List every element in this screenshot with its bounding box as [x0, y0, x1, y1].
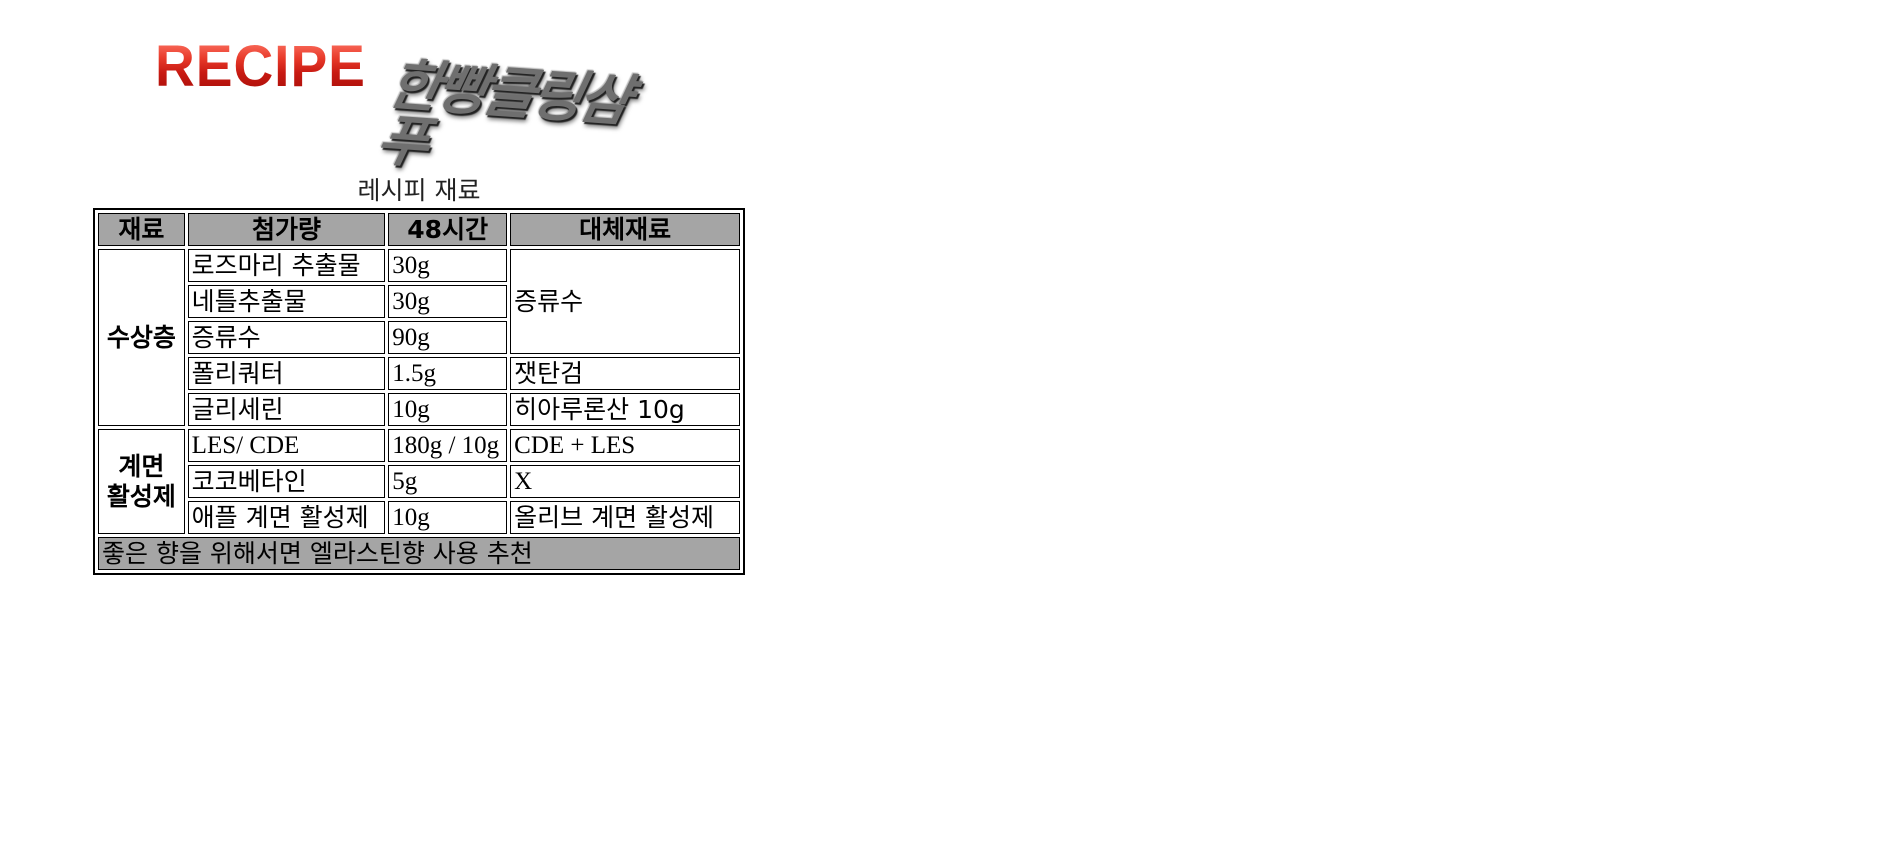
header-logos: RECIPE 한빵클링샴푸	[155, 30, 675, 176]
substitute-cell: 올리브 계면 활성제	[510, 501, 740, 534]
substitute-cell: X	[510, 465, 740, 498]
product-name-logo: 한빵클링샴푸	[370, 53, 634, 176]
header-amount: 첨가량	[187, 213, 386, 246]
group-water-phase: 수상층	[98, 249, 185, 426]
ingredient-cell: 코코베타인	[187, 465, 386, 498]
table-caption: 레시피 재료	[357, 176, 481, 205]
amount-cell: 1.5g	[388, 357, 508, 390]
ingredient-cell: 로즈마리 추출물	[187, 249, 386, 282]
amount-cell: 30g	[388, 285, 508, 318]
ingredient-cell: 네틀추출물	[187, 285, 386, 318]
header-ingredient-group: 재료	[98, 213, 185, 246]
substitute-cell: CDE + LES	[510, 429, 740, 462]
substitute-cell: 잿탄검	[510, 357, 740, 390]
ingredient-cell: LES/ CDE	[187, 429, 386, 462]
ingredient-cell: 글리세린	[187, 393, 386, 426]
amount-cell: 5g	[388, 465, 508, 498]
group-surfactant: 계면 활성제	[98, 429, 185, 534]
recipe-table-block: 레시피 재료 재료 첨가량 48시간 대체재료 수상층 로즈마리 추출물 30g…	[93, 174, 745, 575]
table-row: 계면 활성제 LES/ CDE 180g / 10g CDE + LES	[98, 429, 740, 534]
amount-cell: 10g	[388, 393, 508, 426]
group-surfactant-line1: 계면	[118, 451, 165, 481]
table-footnote: 좋은 향을 위해서면 엘라스틴향 사용 추천	[98, 537, 740, 570]
table-row: 글리세린 10g 히아루론산 10g	[98, 393, 740, 426]
substitute-cell: 증류수	[510, 249, 740, 354]
table-row: 코코베타인 5g X	[98, 465, 740, 498]
recipe-table: 재료 첨가량 48시간 대체재료 수상층 로즈마리 추출물 30g 증류수 네틀…	[93, 208, 745, 575]
amount-cell: 180g / 10g	[388, 429, 508, 462]
substitute-cell: 히아루론산 10g	[510, 393, 740, 426]
amount-cell: 90g	[388, 321, 508, 354]
table-row: 수상층 로즈마리 추출물 30g 증류수	[98, 249, 740, 426]
header-48h: 48시간	[388, 213, 508, 246]
ingredient-cell: 애플 계면 활성제	[187, 501, 386, 534]
header-substitute: 대체재료	[510, 213, 740, 246]
table-footnote-row: 좋은 향을 위해서면 엘라스틴향 사용 추천	[98, 537, 740, 570]
group-surfactant-line2: 활성제	[106, 481, 176, 511]
ingredient-cell: 폴리쿼터	[187, 357, 386, 390]
table-header-row: 재료 첨가량 48시간 대체재료	[98, 213, 740, 246]
amount-cell: 10g	[388, 501, 508, 534]
table-row: 애플 계면 활성제 10g 올리브 계면 활성제	[98, 501, 740, 534]
table-row: 폴리쿼터 1.5g 잿탄검	[98, 357, 740, 390]
recipe-logo: RECIPE	[155, 34, 366, 99]
ingredient-cell: 증류수	[187, 321, 386, 354]
amount-cell: 30g	[388, 249, 508, 282]
